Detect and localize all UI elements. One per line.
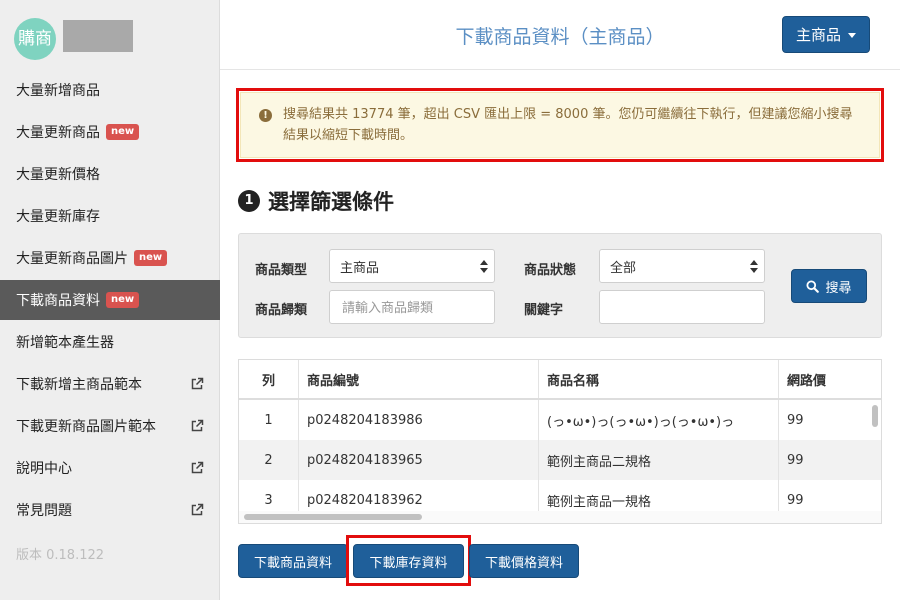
results-table[interactable]: 列 商品編號 商品名稱 網路價 1 p0248204183986 (っ•ω•)っ…	[238, 359, 882, 524]
column-header-product-name[interactable]: 商品名稱	[539, 360, 779, 398]
sidebar-item-label: 新增範本產生器	[16, 335, 114, 351]
external-link-icon	[191, 419, 204, 432]
product-status-select[interactable]: 全部	[599, 249, 765, 283]
cell-price: 99	[787, 452, 804, 468]
search-button-label: 搜尋	[825, 280, 852, 296]
sidebar-item-label: 下載商品資料	[16, 293, 100, 309]
sidebar-item-label: 大量新增商品	[16, 83, 100, 99]
sidebar-item[interactable]: 常見問題	[0, 490, 220, 530]
download-product-data-button[interactable]: 下載商品資料	[238, 544, 348, 578]
alert-text: 搜尋結果共 13774 筆，超出 CSV 匯出上限 = 8000 筆。您仍可繼續…	[283, 107, 853, 143]
download-inventory-data-button[interactable]: 下載庫存資料	[353, 544, 464, 578]
new-badge: new	[106, 124, 140, 140]
download-product-data-label: 下載商品資料	[253, 555, 332, 571]
select-arrows-icon	[750, 259, 758, 275]
sidebar-item-label: 下載更新商品圖片範本	[16, 419, 156, 435]
column-header-product-id[interactable]: 商品編號	[299, 360, 539, 398]
column-header-row-number[interactable]: 列	[239, 360, 299, 398]
sidebar-item[interactable]: 大量更新商品 new	[0, 112, 220, 152]
cell-product-name: (っ•ω•)っ(っ•ω•)っ(っ•ω•)っ	[539, 400, 779, 440]
product-type-dropdown-label: 主商品	[795, 26, 841, 44]
step-number-icon: 1	[238, 190, 260, 212]
product-type-select[interactable]: 主商品	[329, 249, 495, 283]
table-header-row: 列 商品編號 商品名稱 網路價	[239, 360, 881, 400]
app-root: 購商 大量新增商品 大量更新商品 new 大量更新價格 大量更新庫存大量更新商品圖片 ne…	[0, 0, 900, 600]
avatar[interactable]: 購商	[14, 18, 56, 60]
cell-price: 99	[787, 412, 804, 428]
column-header-price[interactable]: 網路價	[779, 360, 881, 398]
sidebar-item[interactable]: 大量更新商品圖片 new	[0, 238, 220, 278]
sidebar: 購商 大量新增商品 大量更新商品 new 大量更新價格 大量更新庫存大量更新商品圖片 ne…	[0, 0, 220, 600]
cell-product-name: 範例主商品二規格	[539, 440, 779, 480]
search-button[interactable]: 搜尋	[791, 269, 867, 303]
new-badge: new	[106, 292, 140, 308]
horizontal-scrollbar[interactable]	[244, 514, 422, 520]
product-category-input[interactable]	[329, 290, 495, 324]
product-type-label: 商品類型	[255, 263, 308, 278]
header: 下載商品資料（主商品） 主商品	[220, 0, 900, 70]
vertical-scrollbar[interactable]	[872, 405, 878, 427]
product-status-select-value: 全部	[610, 260, 637, 276]
cell-row-number: 1	[239, 400, 299, 440]
table-row: 1 p0248204183986 (っ•ω•)っ(っ•ω•)っ(っ•ω•)っ 9…	[239, 400, 881, 440]
store-name-redacted	[63, 20, 133, 52]
brand: 購商	[14, 16, 214, 60]
product-type-dropdown-button[interactable]: 主商品	[782, 16, 870, 53]
sidebar-item-label: 說明中心	[16, 461, 72, 477]
download-price-data-button[interactable]: 下載價格資料	[469, 544, 579, 578]
section-title: 選擇篩選條件	[268, 190, 394, 214]
filter-panel: 商品類型 主商品 商品狀態 全部 商品歸類 關鍵字 搜尋	[238, 233, 882, 338]
table-row: 2 p0248204183965 範例主商品二規格 99	[239, 440, 881, 480]
caret-down-icon	[848, 33, 856, 38]
keyword-label: 關鍵字	[524, 303, 564, 318]
sidebar-item-label: 大量更新庫存	[16, 209, 100, 225]
sidebar-item-label: 常見問題	[16, 503, 72, 519]
sidebar-item[interactable]: 大量更新庫存	[0, 196, 220, 236]
select-arrows-icon	[480, 259, 488, 275]
exclamation-circle-icon: !	[259, 109, 272, 122]
export-limit-alert: ! 搜尋結果共 13774 筆，超出 CSV 匯出上限 = 8000 筆。您仍可…	[240, 92, 880, 158]
sidebar-item[interactable]: 下載商品資料 new	[0, 280, 220, 320]
cell-row-number: 2	[239, 440, 299, 480]
sidebar-item[interactable]: 大量更新價格	[0, 154, 220, 194]
cell-product-id: p0248204183965	[299, 440, 539, 480]
version-label: 版本 0.18.122	[16, 548, 105, 563]
download-price-data-label: 下載價格資料	[484, 555, 563, 571]
sidebar-item[interactable]: 大量新增商品	[0, 70, 220, 110]
sidebar-item[interactable]: 說明中心	[0, 448, 220, 488]
download-inventory-data-label: 下載庫存資料	[369, 555, 448, 571]
product-category-label: 商品歸類	[255, 303, 308, 318]
sidebar-item[interactable]: 下載新增主商品範本	[0, 364, 220, 404]
sidebar-item-label: 下載新增主商品範本	[16, 377, 142, 393]
search-icon	[806, 279, 820, 293]
product-type-select-value: 主商品	[340, 260, 380, 276]
sidebar-item[interactable]: 下載更新商品圖片範本	[0, 406, 220, 446]
section-heading: 1 選擇篩選條件	[238, 186, 394, 216]
sidebar-item-label: 大量更新價格	[16, 167, 100, 183]
external-link-icon	[191, 377, 204, 390]
sidebar-item[interactable]: 新增範本產生器	[0, 322, 220, 362]
product-status-label: 商品狀態	[524, 263, 577, 278]
sidebar-item-label: 大量更新商品	[16, 125, 100, 141]
cell-product-id: p0248204183986	[299, 400, 539, 440]
external-link-icon	[191, 461, 204, 474]
sidebar-item-label: 大量更新商品圖片	[16, 251, 128, 267]
keyword-input[interactable]	[599, 290, 765, 324]
external-link-icon	[191, 503, 204, 516]
new-badge: new	[134, 250, 168, 266]
